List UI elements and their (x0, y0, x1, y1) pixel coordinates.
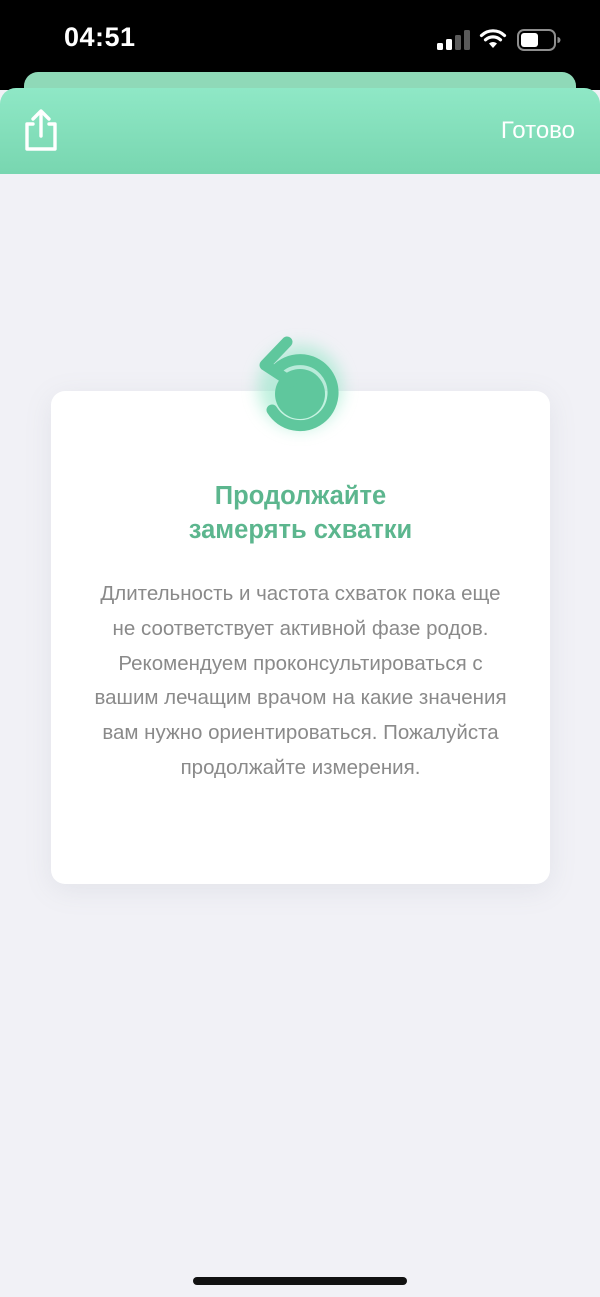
share-icon[interactable] (22, 108, 60, 152)
modal-header: Готово (0, 88, 600, 174)
card-title: Продолжайте замерять схватки (188, 482, 413, 544)
restart-arrow-icon (258, 336, 342, 432)
card-body-text: Длительность и частота схваток пока еще … (94, 582, 507, 779)
done-button[interactable]: Готово (501, 117, 575, 145)
info-card: Продолжайте замерять схватки Длительност… (51, 391, 550, 884)
wifi-icon (479, 29, 507, 48)
battery-icon (517, 29, 561, 51)
status-time: 04:51 (64, 22, 136, 52)
cellular-signal-icon (437, 30, 470, 50)
home-indicator[interactable] (193, 1277, 407, 1285)
